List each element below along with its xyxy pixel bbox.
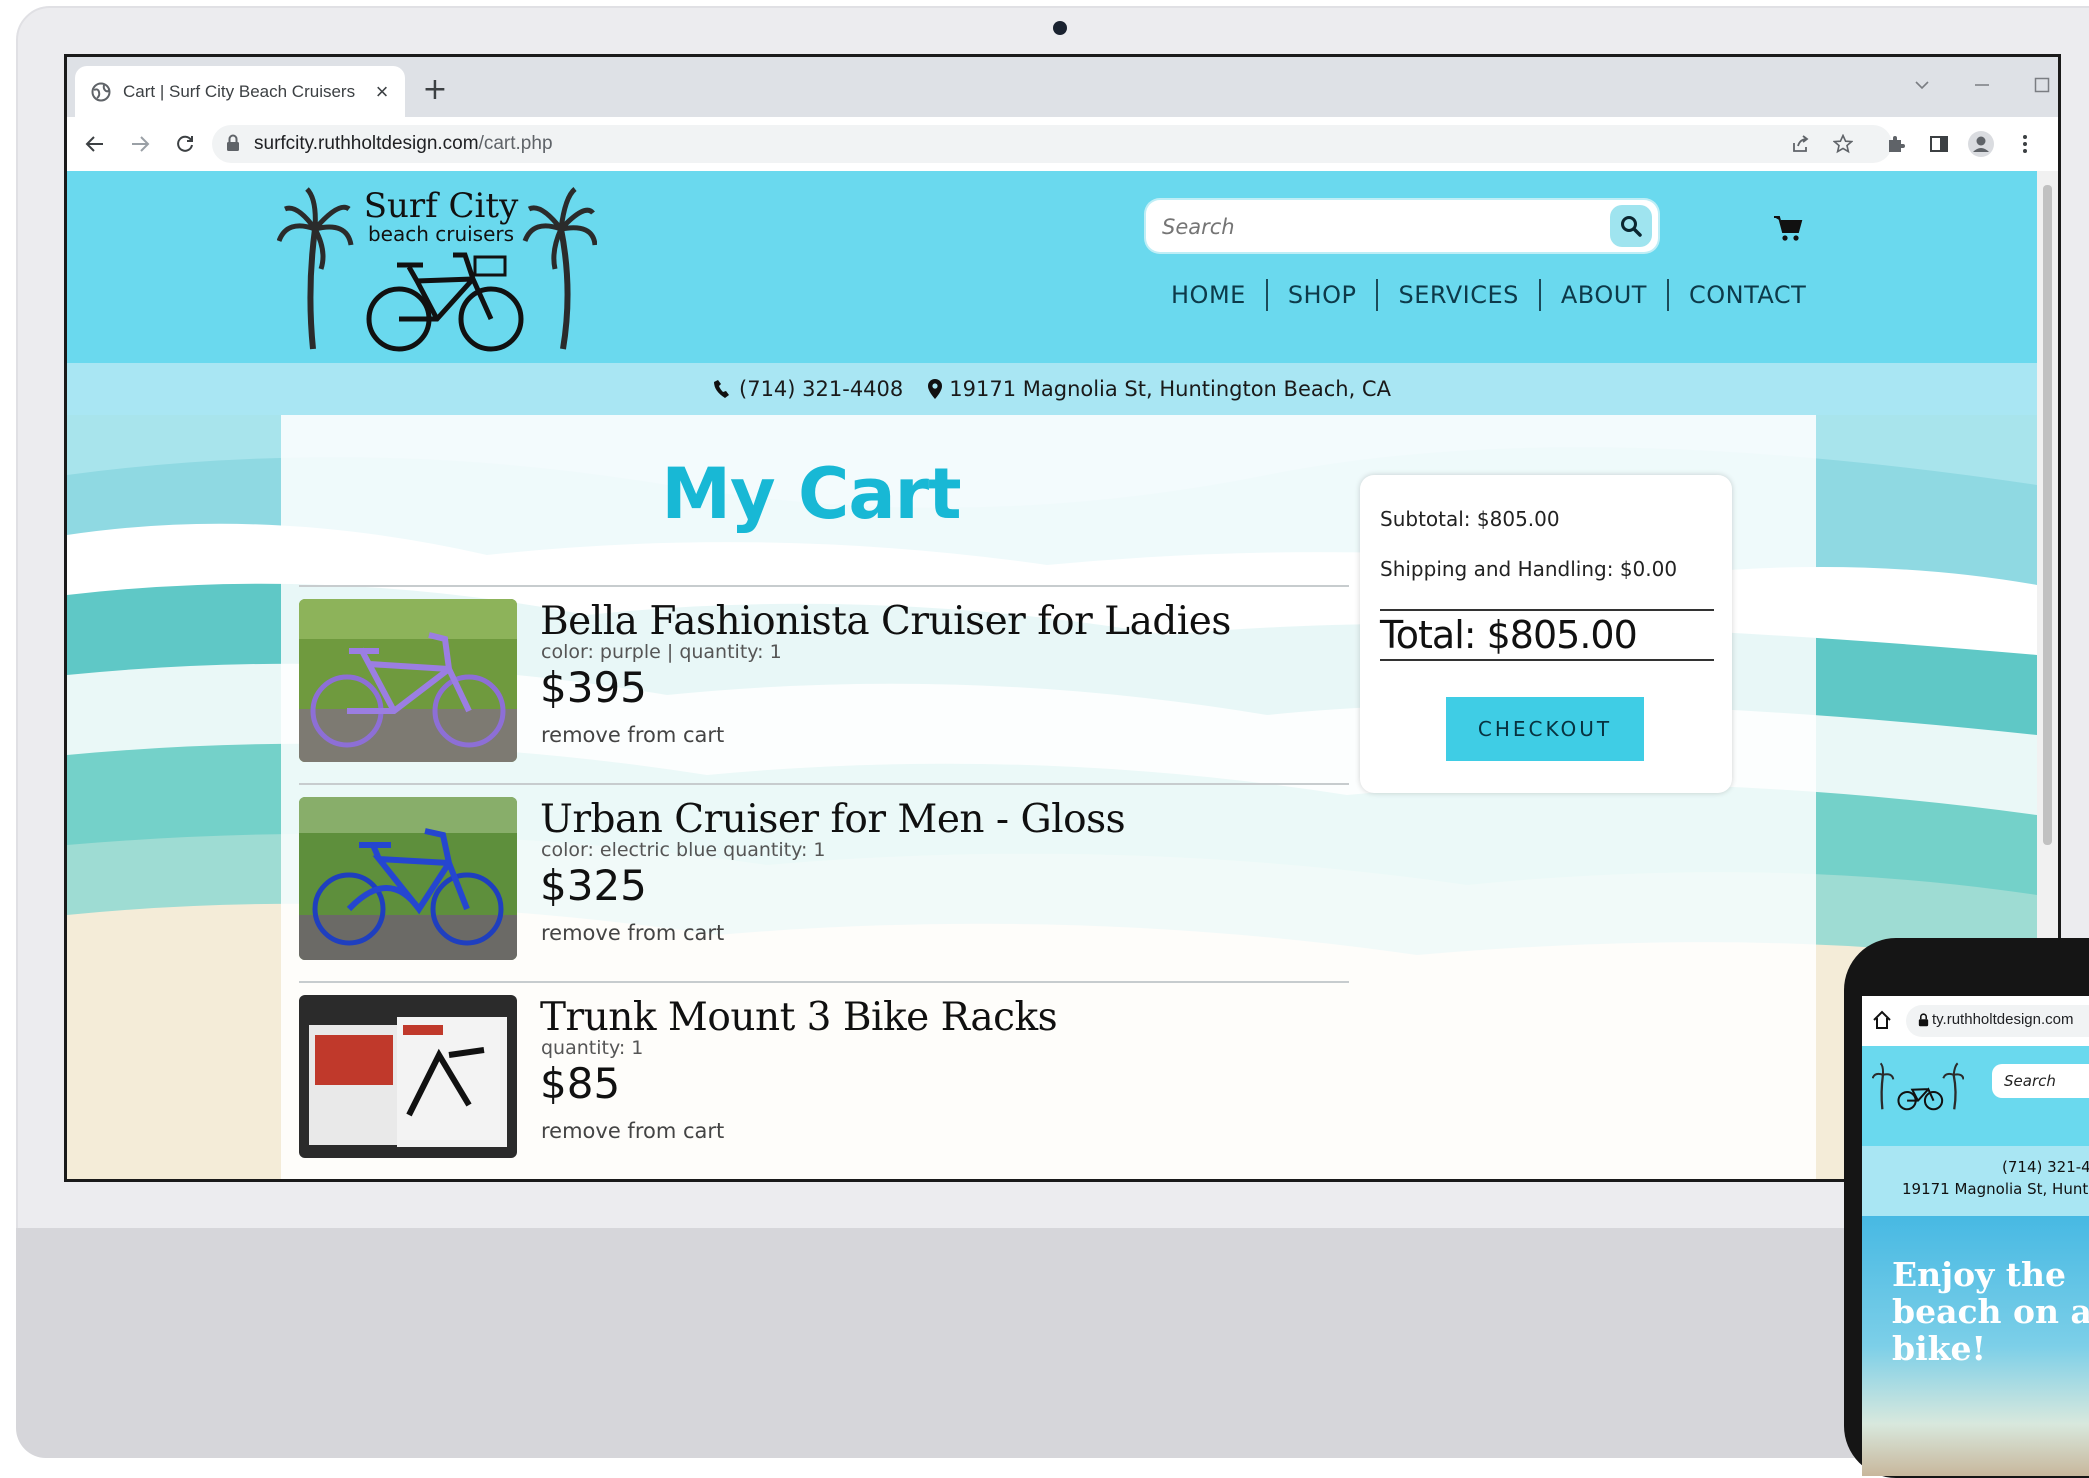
subtotal-text: Subtotal: $805.00	[1380, 507, 1560, 531]
tab-bar: Cart | Surf City Beach Cruisers × +	[67, 57, 2058, 117]
close-tab-icon[interactable]: ×	[369, 79, 395, 105]
new-tab-button[interactable]: +	[417, 73, 453, 109]
bike-rack-photo[interactable]	[299, 995, 517, 1158]
globe-icon	[91, 82, 111, 102]
store-address: 19171 Magnolia St, Huntington Beach, CA	[949, 377, 1391, 401]
phone-url-text: ty.ruthholtdesign.com	[1932, 1011, 2074, 1028]
phone-search-input[interactable]: Search	[1992, 1064, 2089, 1098]
shipping-text: Shipping and Handling: $0.00	[1380, 557, 1678, 581]
cart-item-list: Bella Fashionista Cruiser for Ladies col…	[299, 585, 1349, 1179]
url-domain: surfcity.ruthholtdesign.com	[254, 133, 479, 154]
lock-icon	[1918, 1013, 1929, 1027]
scrollbar-thumb[interactable]	[2043, 185, 2052, 845]
phone-address-bar: ty.ruthholtdesign.com	[1862, 996, 2089, 1047]
remove-from-cart-link[interactable]: remove from cart	[541, 1119, 724, 1143]
side-panel-icon[interactable]	[1923, 128, 1955, 160]
address-small: 19171 Magnolia St, Hunti	[1902, 1180, 2089, 1198]
hero-heading: Enjoy the beach on a bike!	[1892, 1255, 2089, 1368]
page-title: My Cart	[661, 453, 961, 535]
webcam-dot	[1053, 21, 1067, 35]
browser-toolbar: surfcity.ruthholtdesign.com/cart.php	[67, 117, 2058, 171]
nav-about[interactable]: ABOUT	[1541, 281, 1667, 309]
bike-photo-purple[interactable]	[299, 599, 517, 762]
address-bar[interactable]: surfcity.ruthholtdesign.com/cart.php	[212, 125, 1892, 163]
item-name[interactable]: Bella Fashionista Cruiser for Ladies	[540, 599, 1231, 644]
phone-mockup: ty.ruthholtdesign.com Search (714) 321-4…	[1844, 938, 2089, 1478]
cart-item: Bella Fashionista Cruiser for Ladies col…	[299, 585, 1349, 783]
surf-city-logo-small[interactable]	[1872, 1058, 1964, 1114]
phone-icon	[714, 380, 730, 398]
nav-home[interactable]: HOME	[1151, 281, 1266, 309]
item-name[interactable]: Urban Cruiser for Men - Gloss	[540, 797, 1126, 842]
back-arrow-icon[interactable]	[79, 128, 111, 160]
checkout-button[interactable]: CHECKOUT	[1446, 697, 1644, 761]
surf-city-logo[interactable]: Surf City beach cruisers	[277, 179, 597, 357]
total-text: Total: $805.00	[1380, 609, 1714, 661]
bike-photo-blue[interactable]	[299, 797, 517, 960]
share-icon[interactable]	[1785, 128, 1817, 160]
phone-group[interactable]: (714) 321-4408	[713, 377, 903, 401]
lock-icon	[226, 134, 240, 156]
item-name[interactable]: Trunk Mount 3 Bike Racks	[540, 995, 1058, 1040]
laptop-base	[16, 1228, 2089, 1458]
map-pin-icon	[928, 379, 943, 399]
browser-window: Cart | Surf City Beach Cruisers × + surf…	[64, 54, 2061, 1182]
svg-text:Surf City: Surf City	[364, 186, 519, 226]
svg-text:beach cruisers: beach cruisers	[368, 222, 514, 246]
search-icon	[1621, 216, 1642, 237]
phone-hero-banner: Enjoy the beach on a bike!	[1862, 1216, 2089, 1476]
shopping-cart-icon[interactable]	[1773, 213, 1803, 243]
nav-contact[interactable]: CONTACT	[1669, 281, 1826, 309]
item-options: color: electric blue quantity: 1	[541, 839, 826, 861]
item-price: $325	[540, 861, 647, 910]
minimize-button[interactable]	[1962, 67, 2002, 103]
site-header: Surf City beach cruisers HOME	[67, 171, 2037, 363]
website-viewport: Surf City beach cruisers HOME	[67, 171, 2037, 1179]
phone-number-small: (714) 321-4	[2002, 1158, 2089, 1176]
browser-menu-icon[interactable]	[2009, 128, 2041, 160]
item-options: quantity: 1	[541, 1037, 644, 1059]
site-search	[1146, 200, 1658, 252]
reload-icon[interactable]	[169, 128, 201, 160]
search-button[interactable]	[1610, 205, 1652, 247]
item-price: $395	[540, 663, 647, 712]
maximize-button[interactable]	[2022, 67, 2058, 103]
remove-from-cart-link[interactable]: remove from cart	[541, 723, 724, 747]
extensions-puzzle-icon[interactable]	[1880, 128, 1912, 160]
order-summary: Subtotal: $805.00 Shipping and Handling:…	[1360, 475, 1732, 793]
profile-avatar-icon[interactable]	[1965, 128, 1997, 160]
address-group[interactable]: 19171 Magnolia St, Huntington Beach, CA	[927, 377, 1391, 401]
cart-item: Urban Cruiser for Men - Gloss color: ele…	[299, 783, 1349, 981]
search-input[interactable]	[1160, 208, 1584, 246]
cart-item: Trunk Mount 3 Bike Racks quantity: 1 $85…	[299, 981, 1349, 1179]
phone-info-bar: (714) 321-4 19171 Magnolia St, Hunti	[1862, 1146, 2089, 1216]
item-price: $85	[540, 1059, 621, 1108]
forward-arrow-icon[interactable]	[124, 128, 156, 160]
nav-shop[interactable]: SHOP	[1268, 281, 1377, 309]
remove-from-cart-link[interactable]: remove from cart	[541, 921, 724, 945]
cart-panel: My Cart Bella Fashionista Cruiser for La…	[281, 415, 1816, 1179]
home-icon[interactable]	[1872, 1010, 1892, 1030]
phone-number: (714) 321-4408	[739, 377, 904, 401]
tab-title: Cart | Surf City Beach Cruisers	[123, 81, 356, 101]
contact-info-bar: (714) 321-4408 19171 Magnolia St, Huntin…	[67, 363, 2037, 415]
bookmark-star-icon[interactable]	[1827, 128, 1859, 160]
main-navigation: HOME SHOP SERVICES ABOUT CONTACT	[1151, 279, 1826, 311]
url-text: surfcity.ruthholtdesign.com/cart.php	[254, 133, 553, 155]
phone-screen: ty.ruthholtdesign.com Search (714) 321-4…	[1862, 996, 2089, 1476]
tab-cart[interactable]: Cart | Surf City Beach Cruisers ×	[75, 66, 405, 117]
url-path: /cart.php	[478, 133, 553, 154]
tab-search-icon[interactable]	[1902, 67, 1942, 103]
item-options: color: purple | quantity: 1	[541, 641, 782, 663]
nav-services[interactable]: SERVICES	[1378, 281, 1538, 309]
phone-site-header: Search	[1862, 1046, 2089, 1146]
